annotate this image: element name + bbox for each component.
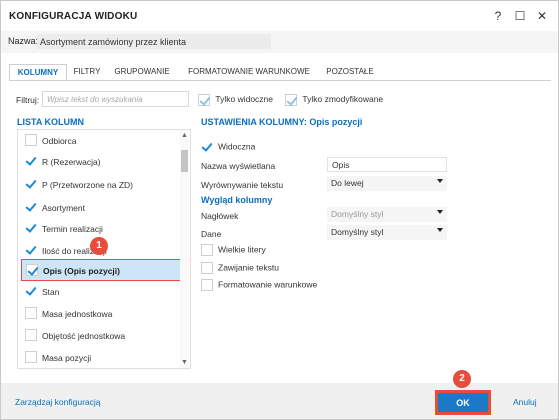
list-item[interactable]: Asortyment [18,197,178,219]
column-checkbox[interactable] [26,264,38,276]
column-label: Masa jednostkowa [42,309,113,319]
filter-input[interactable] [42,91,189,107]
tab-filters[interactable]: FILTRY [69,64,105,81]
uppercase-label: Wielkie litery [218,244,266,255]
tab-other[interactable]: POZOSTAŁE [321,64,379,81]
display-name-input[interactable]: Opis [327,157,447,172]
column-checkbox[interactable] [25,244,37,256]
conditional-toggle[interactable]: Formatowanie warunkowe [201,279,317,291]
tab-grouping[interactable]: GRUPOWANIE [113,64,171,81]
alignment-value: Do lewej [331,178,364,188]
column-checkbox[interactable] [25,134,37,146]
only-modified-toggle[interactable]: Tylko zmodyfikowane [285,94,383,106]
list-item[interactable]: Masa jednostkowa [18,303,178,325]
appearance-title: Wygląd kolumny [201,195,273,205]
display-name-label: Nazwa wyświetlana [201,161,276,171]
chevron-down-icon [437,210,443,214]
dialog-title: KONFIGURACJA WIDOKU [9,11,138,22]
uppercase-toggle[interactable]: Wielkie litery [201,244,266,256]
column-settings-title: USTAWIENIA KOLUMNY: Opis pozycji [201,117,363,127]
data-style-value: Domyślny styl [331,227,384,237]
column-label: Asortyment [42,203,85,213]
uppercase-checkbox[interactable] [201,244,213,256]
column-checkbox[interactable] [25,351,37,363]
chevron-down-icon [437,228,443,232]
header-style-value: Domyślny styl [331,209,384,219]
only-visible-label: Tylko widoczne [215,94,274,105]
only-modified-label: Tylko zmodyfikowane [302,94,384,105]
list-scrollbar[interactable]: ▲ ▼ [180,130,189,368]
filter-label: Filtruj: [16,95,40,105]
title-bar: KONFIGURACJA WIDOKU ? ☐ ✕ [1,1,558,31]
column-checkbox[interactable] [25,329,37,341]
column-checkbox[interactable] [25,307,37,319]
wrap-label: Zawijanie tekstu [218,262,279,273]
column-label: Masa pozycji [42,353,92,363]
alignment-label: Wyrównywanie tekstu [201,180,284,190]
list-item-selected[interactable]: Opis (Opis pozycji) [21,259,183,281]
header-style-select[interactable]: Domyślny styl [327,207,447,222]
column-label: Termin realizacji [42,224,103,234]
ok-button[interactable]: OK [435,390,491,415]
tab-conditional-formatting[interactable]: FORMATOWANIE WARUNKOWE [187,64,311,81]
column-checkbox[interactable] [25,178,37,190]
step-badge-2: 2 [453,370,471,388]
tab-columns[interactable]: KOLUMNY [9,64,67,81]
visible-label: Widoczna [218,141,256,152]
column-label: Opis (Opis pozycji) [43,266,120,276]
column-checkbox[interactable] [25,155,37,167]
data-style-select[interactable]: Domyślny styl [327,225,447,240]
maximize-icon[interactable]: ☐ [511,7,529,25]
data-style-label: Dane [201,229,222,239]
column-checkbox[interactable] [25,285,37,297]
visible-checkbox[interactable] [201,141,213,153]
configuration-dialog: KONFIGURACJA WIDOKU ? ☐ ✕ Nazwa: KOLUMNY… [0,0,559,420]
conditional-checkbox[interactable] [201,279,213,291]
dialog-footer: Zarządzaj konfiguracją OK Anuluj [1,383,558,419]
manage-configuration-link[interactable]: Zarządzaj konfiguracją [15,397,101,407]
list-item[interactable]: P (Przetworzone na ZD) [18,174,178,196]
column-checkbox[interactable] [25,222,37,234]
list-item[interactable]: Objętość jednostkowa [18,325,178,347]
column-label: Stan [42,287,60,297]
column-label: Objętość jednostkowa [42,331,126,341]
conditional-label: Formatowanie warunkowe [218,279,318,290]
column-list-title: LISTA KOLUMN [17,117,84,127]
name-label: Nazwa: [8,36,39,46]
only-visible-toggle[interactable]: Tylko widoczne [198,94,273,106]
wrap-checkbox[interactable] [201,262,213,274]
only-modified-checkbox[interactable] [285,94,297,106]
list-item[interactable]: R (Rezerwacja) [18,151,178,173]
scroll-down-icon[interactable]: ▼ [181,359,188,366]
close-icon[interactable]: ✕ [533,7,551,25]
visible-toggle[interactable]: Widoczna [201,141,255,153]
column-label: P (Przetworzone na ZD) [42,180,134,190]
display-name-value: Opis [332,160,350,170]
list-item[interactable]: Odbiorca [18,130,178,152]
wrap-toggle[interactable]: Zawijanie tekstu [201,262,279,274]
column-label: R (Rezerwacja) [42,157,101,167]
only-visible-checkbox[interactable] [198,94,210,106]
header-style-label: Nagłówek [201,211,239,221]
alignment-select[interactable]: Do lewej [327,176,447,191]
cancel-link[interactable]: Anuluj [513,397,537,407]
name-input[interactable] [37,34,271,49]
scroll-up-icon[interactable]: ▲ [181,132,188,139]
help-icon[interactable]: ? [489,7,507,25]
list-item[interactable]: Stan [18,281,178,303]
chevron-down-icon [437,179,443,183]
name-row: Nazwa: [1,31,558,53]
scroll-thumb[interactable] [181,150,188,172]
column-label: Odbiorca [42,136,77,146]
list-item[interactable]: Masa pozycji [18,347,178,368]
step-badge-1: 1 [90,237,108,255]
tab-divider [9,80,551,81]
column-checkbox[interactable] [25,201,37,213]
